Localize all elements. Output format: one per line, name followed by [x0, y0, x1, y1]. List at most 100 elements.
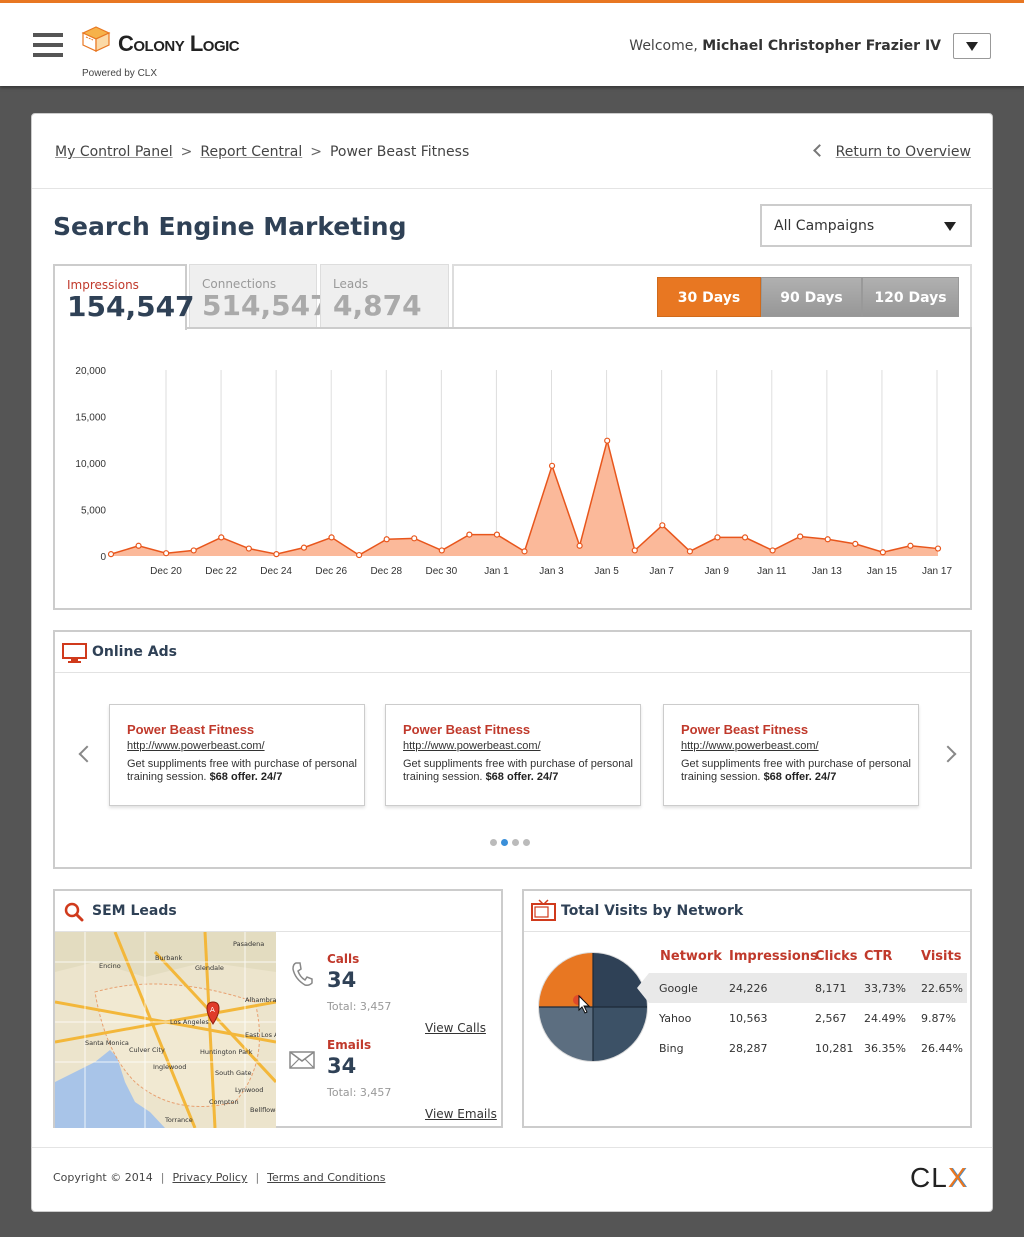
- campaign-select[interactable]: All Campaigns: [760, 204, 972, 247]
- carousel-dot-active[interactable]: [501, 839, 508, 846]
- ad-offer: $68 offer. 24/7: [763, 771, 837, 783]
- top-header: Colony Logic Powered by CLX Welcome, Mic…: [0, 0, 1024, 86]
- ad-url[interactable]: http://www.powerbeast.com/: [681, 740, 819, 752]
- x-tick-label: Jan 1: [484, 566, 509, 577]
- cell-visits: 26.44%: [921, 1042, 963, 1055]
- data-point: [686, 548, 694, 555]
- ad-card[interactable]: Power Beast Fitness http://www.powerbeas…: [109, 704, 365, 806]
- carousel-dot[interactable]: [523, 839, 530, 846]
- ad-description: Get suppliments free with purchase of pe…: [127, 758, 357, 784]
- visits-by-network-section: Total Visits by Network Network Impressi…: [522, 889, 972, 1128]
- search-icon: [64, 902, 84, 922]
- map-label: East Los Angeles: [245, 1031, 276, 1039]
- chevron-left-icon[interactable]: [78, 745, 96, 763]
- map-label: Torrance: [164, 1116, 193, 1124]
- main-panel: My Control Panel > Report Central > Power Be…: [31, 113, 993, 1212]
- breadcrumb-control-panel[interactable]: My Control Panel: [55, 144, 173, 160]
- range-120-days-button[interactable]: 120 Days: [862, 277, 959, 317]
- user-menu-button[interactable]: [953, 33, 991, 59]
- tab-value: 4,874: [333, 289, 422, 322]
- metrics-chart-section: Impressions 154,547 Connections 514,547 …: [53, 264, 972, 610]
- x-tick-label: Dec 24: [260, 566, 292, 577]
- menu-icon[interactable]: [33, 33, 63, 57]
- x-tick-label: Jan 7: [649, 566, 674, 577]
- sem-leads-section: SEM Leads Pasadena Glendale Burbank Los …: [53, 889, 503, 1128]
- data-point: [852, 540, 859, 548]
- x-tick-label: Jan 9: [704, 566, 729, 577]
- breadcrumb-separator: >: [180, 144, 193, 160]
- y-tick-label: 0: [100, 552, 106, 563]
- table-row[interactable]: Google 24,226 8,171 33,73% 22.65%: [637, 973, 967, 1003]
- cell-visits: 9.87%: [921, 1012, 956, 1025]
- y-tick-label: 10,000: [75, 459, 106, 470]
- x-tick-label: Jan 13: [812, 566, 842, 577]
- tab-value: 154,547: [67, 290, 195, 323]
- divider: [32, 188, 992, 189]
- footer: Copyright © 2014 | Privacy Policy | Terms an…: [53, 1171, 385, 1184]
- map-label: Bellflower: [250, 1106, 276, 1114]
- ad-offer: $68 offer. 24/7: [485, 771, 559, 783]
- series-line: [110, 440, 939, 556]
- cell-impressions: 28,287: [729, 1042, 768, 1055]
- x-tick-label: Jan 5: [594, 566, 619, 577]
- carousel-dot[interactable]: [512, 839, 519, 846]
- pie-slice-other[interactable]: [593, 1007, 647, 1061]
- brand-name: Colony Logic: [118, 31, 240, 56]
- ad-card[interactable]: Power Beast Fitness http://www.powerbeas…: [663, 704, 919, 806]
- carousel-pagination: [490, 833, 534, 851]
- privacy-policy-link[interactable]: Privacy Policy: [172, 1171, 247, 1184]
- network-title: Total Visits by Network: [561, 903, 744, 919]
- data-point: [659, 522, 666, 529]
- ad-url[interactable]: http://www.powerbeast.com/: [403, 740, 541, 752]
- cell-network: Google: [659, 982, 698, 995]
- series-area: [111, 440, 938, 556]
- x-tick-label: Jan 17: [922, 566, 952, 577]
- data-point: [576, 542, 583, 549]
- x-tick-label: Jan 3: [539, 566, 564, 577]
- network-header: Total Visits by Network: [524, 891, 970, 932]
- ad-description: Get suppliments free with purchase of pe…: [403, 758, 633, 784]
- data-point: [521, 548, 528, 555]
- return-to-overview-link[interactable]: Return to Overview: [812, 144, 971, 160]
- view-calls-link[interactable]: View Calls: [425, 1021, 486, 1035]
- map-label: Lynwood: [235, 1086, 263, 1094]
- ad-headline: Power Beast Fitness: [403, 722, 531, 737]
- calls-label: Calls: [327, 952, 360, 966]
- col-clicks: Clicks: [815, 949, 858, 964]
- copyright: Copyright © 2014: [53, 1171, 153, 1184]
- leads-map[interactable]: Pasadena Glendale Burbank Los Angeles Sa…: [55, 932, 276, 1128]
- tab-connections[interactable]: Connections 514,547: [189, 264, 330, 328]
- data-point: [879, 549, 886, 556]
- cell-ctr: 33,73%: [864, 982, 906, 995]
- map-label: Pasadena: [233, 940, 264, 948]
- tab-impressions[interactable]: Impressions 154,547: [53, 264, 195, 330]
- pie-slice-bing[interactable]: [539, 1007, 593, 1061]
- emails-label: Emails: [327, 1038, 372, 1052]
- data-point: [411, 535, 418, 542]
- map-label: Huntington Park: [200, 1048, 253, 1056]
- carousel-dot[interactable]: [490, 839, 497, 846]
- view-emails-link[interactable]: View Emails: [425, 1107, 497, 1121]
- breadcrumb-report-central[interactable]: Report Central: [200, 144, 302, 160]
- table-row[interactable]: Bing 28,287 10,281 36.35% 26.44%: [649, 1033, 967, 1063]
- data-point: [824, 536, 831, 543]
- range-30-days-button[interactable]: 30 Days: [657, 277, 761, 317]
- cell-network: Bing: [659, 1042, 684, 1055]
- breadcrumb: My Control Panel > Report Central > Power Be…: [55, 144, 469, 160]
- map-label: South Gate: [215, 1069, 252, 1077]
- tab-value: 514,547: [202, 289, 330, 322]
- emails-value: 34: [327, 1054, 357, 1078]
- chevron-right-icon[interactable]: [939, 745, 957, 763]
- terms-link[interactable]: Terms and Conditions: [267, 1171, 385, 1184]
- ad-card[interactable]: Power Beast Fitness http://www.powerbeas…: [385, 704, 641, 806]
- pie-slice-google[interactable]: [539, 953, 593, 1007]
- network-pie-chart: [538, 952, 648, 1062]
- emails-metric: Emails 34 Total: 3,457 View Emails: [327, 1038, 497, 1121]
- ad-url[interactable]: http://www.powerbeast.com/: [127, 740, 265, 752]
- colony-logic-logo-icon: [81, 26, 111, 52]
- tab-leads[interactable]: Leads 4,874: [320, 264, 449, 328]
- sem-leads-title: SEM Leads: [92, 903, 177, 919]
- table-row[interactable]: Yahoo 10,563 2,567 24.49% 9.87%: [649, 1003, 967, 1033]
- range-90-days-button[interactable]: 90 Days: [761, 277, 862, 317]
- breadcrumb-current: Power Beast Fitness: [329, 144, 470, 160]
